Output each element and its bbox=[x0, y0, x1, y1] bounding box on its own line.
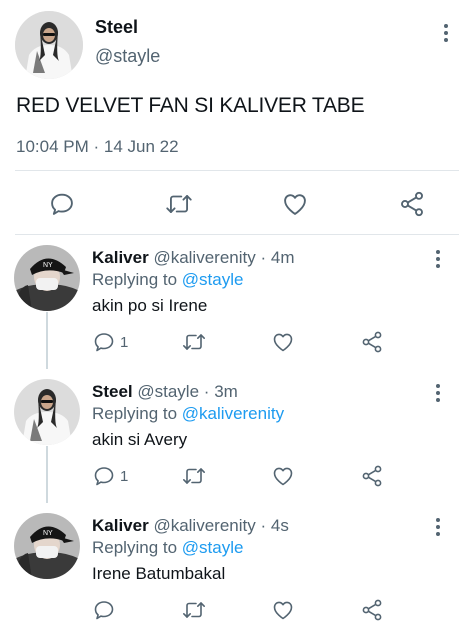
author-handle[interactable]: @stayle bbox=[137, 382, 199, 401]
like-button[interactable] bbox=[281, 190, 309, 218]
reply-action-bar: 1 bbox=[0, 330, 474, 356]
share-icon bbox=[360, 464, 384, 488]
heart-icon bbox=[271, 464, 295, 488]
like-button[interactable] bbox=[271, 598, 295, 622]
reply-action-bar: 1 bbox=[0, 464, 474, 490]
retweet-button[interactable] bbox=[164, 190, 194, 218]
reply-count: 1 bbox=[120, 333, 129, 351]
separator: · bbox=[260, 516, 267, 535]
avatar[interactable] bbox=[14, 379, 80, 445]
replying-to: Replying to @stayle bbox=[92, 270, 243, 290]
reply-icon bbox=[92, 464, 116, 488]
avatar[interactable]: NY bbox=[14, 513, 80, 579]
reply-icon bbox=[92, 598, 116, 622]
replying-to: Replying to @kaliverenity bbox=[92, 404, 284, 424]
reply-text: akin si Avery bbox=[92, 430, 188, 449]
like-button[interactable] bbox=[271, 464, 295, 488]
heart-icon bbox=[281, 190, 309, 218]
time-ago[interactable]: 4s bbox=[271, 516, 289, 535]
share-button[interactable] bbox=[360, 464, 384, 488]
heart-icon bbox=[271, 330, 295, 354]
author-name[interactable]: Steel bbox=[92, 382, 133, 401]
reply-button[interactable] bbox=[48, 190, 76, 218]
divider bbox=[15, 170, 459, 171]
retweet-icon bbox=[181, 330, 207, 354]
more-options-icon[interactable] bbox=[428, 249, 448, 269]
share-icon bbox=[360, 598, 384, 622]
share-button[interactable] bbox=[360, 330, 384, 354]
reply-header: Kaliver @kaliverenity · 4s bbox=[92, 516, 289, 536]
author-name[interactable]: Kaliver bbox=[92, 248, 149, 267]
retweet-icon bbox=[181, 598, 207, 622]
reply-action-bar bbox=[0, 598, 474, 624]
reply-header: Kaliver @kaliverenity · 4m bbox=[92, 248, 295, 268]
share-icon bbox=[398, 190, 426, 218]
retweet-icon bbox=[164, 190, 194, 218]
retweet-button[interactable] bbox=[181, 464, 207, 488]
reply-icon bbox=[92, 330, 116, 354]
time-ago[interactable]: 4m bbox=[271, 248, 295, 267]
reply-tweet[interactable]: NY Kaliver @kaliverenity · 4m Replying t… bbox=[0, 237, 474, 367]
author-name[interactable]: Kaliver bbox=[92, 516, 149, 535]
svg-text:NY: NY bbox=[43, 530, 53, 537]
reply-tweet[interactable]: NY Kaliver @kaliverenity · 4s Replying t… bbox=[0, 505, 474, 635]
reply-button[interactable]: 1 bbox=[92, 330, 128, 354]
mention-link[interactable]: @stayle bbox=[182, 538, 244, 557]
retweet-button[interactable] bbox=[181, 330, 207, 354]
separator: · bbox=[203, 382, 210, 401]
tweet-timestamp[interactable]: 10:04 PM · 14 Jun 22 bbox=[16, 137, 179, 157]
reply-tweet[interactable]: Steel @stayle · 3m Replying to @kalivere… bbox=[0, 371, 474, 501]
author-handle[interactable]: @kaliverenity bbox=[153, 516, 255, 535]
reply-count: 1 bbox=[120, 467, 129, 485]
share-icon bbox=[360, 330, 384, 354]
tweet-text: RED VELVET FAN SI KALIVER TABE bbox=[16, 94, 365, 117]
time-ago[interactable]: 3m bbox=[214, 382, 238, 401]
like-button[interactable] bbox=[271, 330, 295, 354]
retweet-button[interactable] bbox=[181, 598, 207, 622]
more-options-icon[interactable] bbox=[428, 517, 448, 537]
avatar[interactable] bbox=[15, 11, 83, 79]
svg-text:NY: NY bbox=[43, 262, 53, 269]
separator: · bbox=[260, 248, 267, 267]
mention-link[interactable]: @stayle bbox=[182, 270, 244, 289]
replying-to-label: Replying to bbox=[92, 270, 178, 289]
author-name[interactable]: Steel bbox=[95, 17, 138, 38]
main-tweet: Steel @stayle RED VELVET FAN SI KALIVER … bbox=[0, 0, 474, 236]
heart-icon bbox=[271, 598, 295, 622]
replying-to-label: Replying to bbox=[92, 538, 178, 557]
retweet-icon bbox=[181, 464, 207, 488]
reply-text: akin po si Irene bbox=[92, 296, 208, 315]
divider bbox=[15, 234, 459, 235]
reply-button[interactable]: 1 bbox=[92, 464, 128, 488]
author-handle[interactable]: @kaliverenity bbox=[153, 248, 255, 267]
author-handle[interactable]: @stayle bbox=[95, 46, 160, 67]
replying-to-label: Replying to bbox=[92, 404, 178, 423]
more-options-icon[interactable] bbox=[436, 23, 456, 43]
reply-header: Steel @stayle · 3m bbox=[92, 382, 238, 402]
mention-link[interactable]: @kaliverenity bbox=[182, 404, 284, 423]
share-button[interactable] bbox=[360, 598, 384, 622]
share-button[interactable] bbox=[398, 190, 426, 218]
reply-button[interactable] bbox=[92, 598, 120, 622]
more-options-icon[interactable] bbox=[428, 383, 448, 403]
avatar[interactable]: NY bbox=[14, 245, 80, 311]
replying-to: Replying to @stayle bbox=[92, 538, 243, 558]
reply-text: Irene Batumbakal bbox=[92, 564, 226, 583]
tweet-action-bar bbox=[0, 186, 474, 220]
reply-icon bbox=[48, 190, 76, 218]
